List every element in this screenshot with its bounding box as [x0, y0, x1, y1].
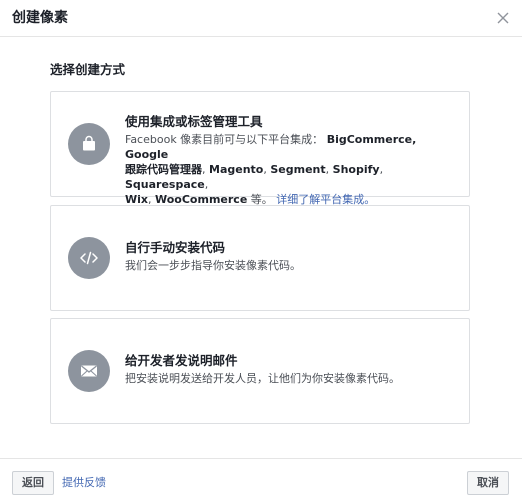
option-manual-install-card[interactable]: 自行手动安装代码 我们会一步步指导你安装像素代码。 — [50, 205, 470, 311]
code-icon — [68, 237, 110, 279]
create-pixel-dialog: 创建像素 选择创建方式 使用集成或标签管理工具 Facebook 像素目前可与以… — [0, 0, 522, 504]
platform-list: Magento — [209, 163, 264, 176]
dialog-header: 创建像素 — [0, 0, 522, 37]
feedback-link[interactable]: 提供反馈 — [62, 476, 106, 490]
option-integration-body: 使用集成或标签管理工具 Facebook 像素目前可与以下平台集成： BigCo… — [125, 113, 457, 207]
back-button[interactable]: 返回 — [12, 471, 54, 495]
option-manual-body: 自行手动安装代码 我们会一步步指导你安装像素代码。 — [125, 239, 457, 273]
option-email-developer-card[interactable]: 给开发者发说明邮件 把安装说明发送给开发人员，让他们为你安装像素代码。 — [50, 318, 470, 424]
option-description: 我们会一步步指导你安装像素代码。 — [125, 259, 301, 272]
dialog-title: 创建像素 — [12, 10, 68, 26]
platform-list: Shopify — [332, 163, 380, 176]
envelope-icon — [68, 350, 110, 392]
shopping-bag-icon — [68, 123, 110, 165]
cancel-button[interactable]: 取消 — [467, 471, 509, 495]
option-description: Facebook 像素目前可与以下平台集成： BigCommerce, Goog… — [125, 133, 417, 206]
desc-prefix: Facebook 像素目前可与以下平台集成： — [125, 133, 324, 146]
section-title: 选择创建方式 — [50, 62, 126, 77]
option-title: 自行手动安装代码 — [125, 240, 226, 255]
platform-list: 跟踪代码管理器 — [125, 163, 202, 176]
option-integration-card[interactable]: 使用集成或标签管理工具 Facebook 像素目前可与以下平台集成： BigCo… — [50, 91, 470, 206]
option-title: 给开发者发说明邮件 — [125, 353, 238, 368]
close-icon[interactable] — [494, 9, 512, 27]
option-description: 把安装说明发送给开发人员，让他们为你安装像素代码。 — [125, 372, 400, 385]
platform-list: Squarespace — [125, 178, 205, 191]
option-email-body: 给开发者发说明邮件 把安装说明发送给开发人员，让他们为你安装像素代码。 — [125, 352, 457, 386]
option-title: 使用集成或标签管理工具 — [125, 114, 263, 129]
dialog-footer: 返回 提供反馈 取消 — [0, 458, 522, 504]
platform-list: Segment — [270, 163, 326, 176]
